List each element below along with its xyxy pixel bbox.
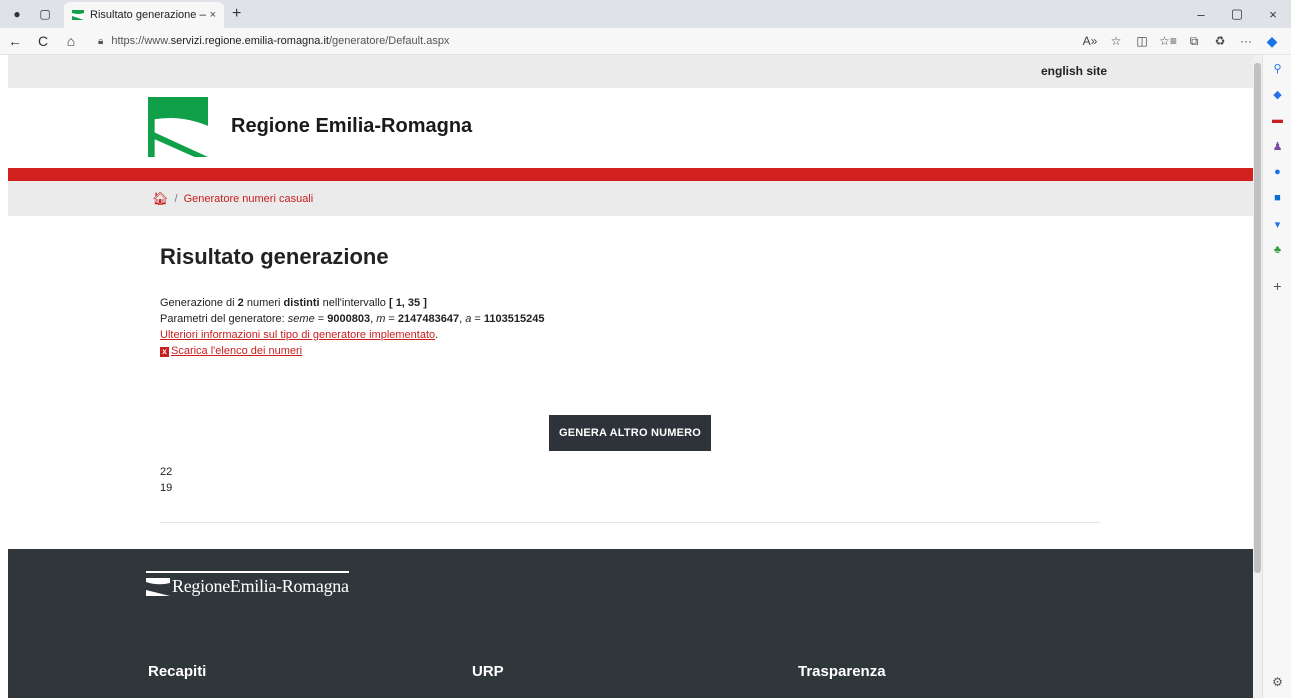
site-title[interactable]: Regione Emilia-Romagna <box>231 115 472 138</box>
info-line-4: x Scarica l'elenco dei numeri <box>160 343 544 359</box>
window-controls: – ▢ × <box>1183 0 1291 28</box>
tab-close-icon[interactable]: × <box>210 9 216 21</box>
browser-tabbar: ● ▢ Risultato generazione — E-R Il p × +… <box>0 0 1291 28</box>
number-list: 22 19 <box>160 464 172 496</box>
tab-title: Risultato generazione — E-R Il p <box>90 9 206 21</box>
generate-again-button[interactable]: GENERA ALTRO NUMERO <box>549 415 711 451</box>
profile-icon[interactable]: ● <box>6 3 28 25</box>
list-item: 19 <box>160 482 173 494</box>
footer-flag-icon <box>146 577 170 596</box>
tree-icon[interactable]: ♣ <box>1263 237 1291 263</box>
accent-bar <box>8 168 1253 181</box>
read-aloud-icon[interactable]: A» <box>1077 29 1103 53</box>
office-icon[interactable]: ● <box>1263 159 1291 185</box>
browser-tools: A» ☆ ◫ ☆≡ ⧉ ♻ ··· ◆ <box>1077 29 1285 53</box>
page-title: Risultato generazione <box>160 244 389 269</box>
split-screen-icon[interactable]: ◫ <box>1129 29 1155 53</box>
site-header: Regione Emilia-Romagna <box>8 88 1253 168</box>
restore-button[interactable]: ▢ <box>1219 0 1255 28</box>
page-scrollbar[interactable] <box>1253 55 1262 698</box>
range-value: [ 1, 35 ] <box>388 297 427 309</box>
url-host: servizi.regione.emilia-romagna.it <box>170 35 329 47</box>
download-link[interactable]: Scarica l'elenco dei numeri <box>171 345 302 357</box>
url-path: /generatore/Default.aspx <box>328 35 450 47</box>
favorites-icon[interactable]: ☆≡ <box>1155 29 1181 53</box>
footer-col-trasparenza[interactable]: Trasparenza <box>798 663 886 680</box>
drop-icon[interactable]: ▾ <box>1263 211 1291 237</box>
more-menu-icon[interactable]: ··· <box>1233 29 1259 53</box>
shopping-tag-icon[interactable]: ◆ <box>1263 81 1291 107</box>
info-line-2: Parametri del generatore: seme = 9000803… <box>160 313 545 325</box>
url-prefix: https://www. <box>111 35 171 47</box>
footer-col-recapiti[interactable]: Recapiti <box>148 663 206 680</box>
a-value: 1103515245 <box>483 313 545 325</box>
generation-info: Generazione di 2 numeri distinti nell'in… <box>160 295 544 359</box>
list-item: 22 <box>160 466 173 478</box>
tools-briefcase-icon[interactable]: ▬ <box>1263 107 1291 133</box>
site-footer: RegioneEmilia-Romagna Recapiti URP Trasp… <box>8 549 1253 698</box>
sidebar-settings-icon[interactable]: ⚙ <box>1263 672 1291 692</box>
region-logo-icon[interactable] <box>148 97 208 157</box>
favorite-star-icon[interactable]: ☆ <box>1103 29 1129 53</box>
info-line-3: Ulteriori informazioni sul tipo di gener… <box>160 329 439 341</box>
footer-logo-text: RegioneEmilia-Romagna <box>172 576 349 596</box>
seed-value: 9000803 <box>327 313 371 325</box>
favicon-icon <box>72 10 84 20</box>
outlook-icon[interactable]: ■ <box>1263 185 1291 211</box>
main-content: Risultato generazione Generazione di 2 n… <box>8 216 1253 523</box>
breadcrumb: 🏠︎ / Generatore numeri casuali <box>8 181 1253 216</box>
top-strip: english site <box>8 55 1253 88</box>
footer-col-urp[interactable]: URP <box>472 663 504 680</box>
more-info-link[interactable]: Ulteriori informazioni sul tipo di gener… <box>160 329 435 341</box>
minimize-button[interactable]: – <box>1183 0 1219 28</box>
m-value: 2147483647 <box>397 313 460 325</box>
scrollbar-thumb[interactable] <box>1254 63 1261 573</box>
excel-icon: x <box>160 347 169 357</box>
home-button[interactable]: ⌂ <box>58 29 84 53</box>
footer-logo[interactable]: RegioneEmilia-Romagna <box>146 571 349 597</box>
edge-sidebar: ⚲ ◆ ▬ ♟ ● ■ ▾ ♣ + ⚙ <box>1262 55 1291 698</box>
search-icon[interactable]: ⚲ <box>1263 55 1291 81</box>
breadcrumb-separator: / <box>174 192 178 205</box>
lock-icon: 🔒︎ <box>98 35 104 47</box>
copilot-icon[interactable]: ◆ <box>1259 29 1285 53</box>
english-site-link[interactable]: english site <box>1041 64 1107 78</box>
address-bar: ← C ⌂ 🔒︎ https://www. servizi.regione.emi… <box>0 28 1291 55</box>
collections-icon[interactable]: ⧉ <box>1181 29 1207 53</box>
browser-tab[interactable]: Risultato generazione — E-R Il p × <box>64 2 224 28</box>
info-line-1: Generazione di 2 numeri distinti nell'in… <box>160 297 427 309</box>
close-window-button[interactable]: × <box>1255 0 1291 28</box>
home-icon[interactable]: 🏠︎ <box>152 191 169 207</box>
footer-logo-rule <box>146 571 349 573</box>
back-button[interactable]: ← <box>2 29 28 53</box>
url-field[interactable]: 🔒︎ https://www. servizi.regione.emilia-ro… <box>98 35 1077 47</box>
extensions-icon[interactable]: ♻ <box>1207 29 1233 53</box>
breadcrumb-current[interactable]: Generatore numeri casuali <box>184 193 314 205</box>
new-tab-button[interactable]: + <box>232 5 241 23</box>
add-sidebar-icon[interactable]: + <box>1263 273 1291 299</box>
web-page: english site Regione Emilia-Romagna 🏠︎ /… <box>8 55 1253 698</box>
games-icon[interactable]: ♟ <box>1263 133 1291 159</box>
refresh-button[interactable]: C <box>30 29 56 53</box>
divider <box>160 522 1100 523</box>
tab-actions-icon[interactable]: ▢ <box>34 3 56 25</box>
